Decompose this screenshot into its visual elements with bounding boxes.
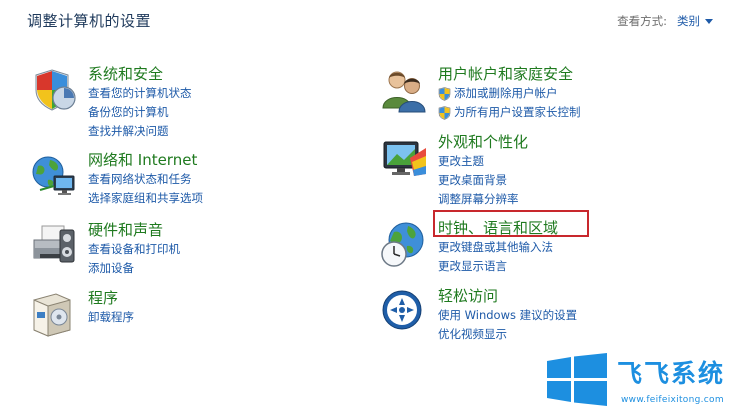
category-title-network-internet[interactable]: 网络和 Internet [88,150,348,170]
monitor-color-icon [383,141,426,176]
link-view-network-status[interactable]: 查看网络状态和任务 [88,170,348,189]
ease-of-access-icon [382,290,422,330]
uac-shield-icon [438,105,451,120]
link-change-theme[interactable]: 更改主题 [438,152,698,171]
link-label: 为所有用户设置家长控制 [454,105,581,119]
printer-icon [33,225,75,263]
page-title: 调整计算机的设置 [27,12,152,30]
link-optimize-display[interactable]: 优化视频显示 [438,325,698,344]
uac-shield-icon [438,86,451,101]
windows-logo-icon [547,353,607,406]
category-title-appearance[interactable]: 外观和个性化 [438,132,698,152]
link-view-devices-printers[interactable]: 查看设备和打印机 [88,240,348,259]
chevron-down-icon [705,18,713,24]
link-backup-computer[interactable]: 备份您的计算机 [88,103,348,122]
category-title-ease-of-access[interactable]: 轻松访问 [438,286,698,306]
category-title-hardware-sound[interactable]: 硬件和声音 [88,220,348,240]
view-by-label: 查看方式: [617,14,667,28]
link-add-remove-accounts[interactable]: 添加或删除用户帐户 [438,84,698,103]
view-by-dropdown[interactable]: 类别 [677,13,713,29]
watermark: 飞飞系统 www.feifeixitong.com [547,345,743,411]
category-title-programs[interactable]: 程序 [88,288,348,308]
link-label: 添加或删除用户帐户 [454,86,558,100]
view-by-control: 查看方式: 类别 [617,13,713,29]
link-add-device[interactable]: 添加设备 [88,259,348,278]
link-recommended-settings[interactable]: 使用 Windows 建议的设置 [438,306,698,325]
link-change-input-method[interactable]: 更改键盘或其他输入法 [438,238,698,257]
link-homegroup-sharing[interactable]: 选择家庭组和共享选项 [88,189,348,208]
view-by-value: 类别 [677,14,700,28]
category-title-user-accounts[interactable]: 用户帐户和家庭安全 [438,64,698,84]
highlight-box [433,210,589,237]
users-icon [382,71,426,113]
shield-security-icon [35,69,76,111]
link-adjust-resolution[interactable]: 调整屏幕分辨率 [438,190,698,209]
globe-network-icon [32,156,75,195]
programs-box-icon [33,293,71,337]
link-change-desktop-background[interactable]: 更改桌面背景 [438,171,698,190]
link-uninstall-program[interactable]: 卸载程序 [88,308,348,327]
category-title-system-security[interactable]: 系统和安全 [88,64,348,84]
link-find-fix-problems[interactable]: 查找并解决问题 [88,122,348,141]
globe-clock-icon [381,222,424,267]
link-view-computer-status[interactable]: 查看您的计算机状态 [88,84,348,103]
watermark-name: 飞飞系统 [617,359,726,388]
link-parental-controls[interactable]: 为所有用户设置家长控制 [438,103,698,122]
watermark-url: www.feifeixitong.com [621,395,724,405]
link-change-display-language[interactable]: 更改显示语言 [438,257,698,276]
